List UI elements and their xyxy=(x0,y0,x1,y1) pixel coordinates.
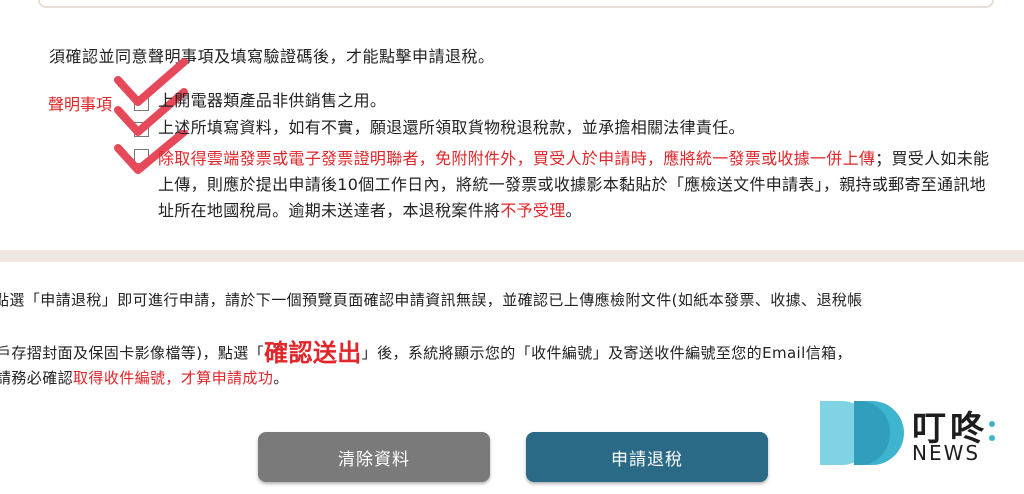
notice-line-3: 請務必確認取得收件編號，才算申請成功。 xyxy=(0,367,289,388)
notice-line-3-red: 取得收件編號，才算申請成功 xyxy=(73,369,274,387)
declaration-panel: 須確認並同意聲明事項及填寫驗證碼後，才能點擊申請退稅。 聲明事項 上開電器類產品… xyxy=(0,0,1024,250)
clear-data-button[interactable]: 清除資料 xyxy=(258,432,490,482)
declaration-3-end: 。 xyxy=(565,201,582,220)
declaration-text-1: 上開電器類產品非供銷售之用。 xyxy=(158,91,387,110)
notice-line-2-end: 」後，系統將顯示您的「收件編號」及寄送收件編號至您的Email信箱， xyxy=(361,344,852,362)
logo-dots-icon xyxy=(989,421,995,441)
dingdong-news-logo: 叮咚 NEWS xyxy=(804,389,1008,477)
notice-line-2-start: 戶存摺封面及保固卡影像檔等)，點選「 xyxy=(0,344,265,362)
logo-english-text: NEWS xyxy=(912,441,981,465)
form-box-bottom-edge xyxy=(38,0,994,8)
notice-line-3-end: 。 xyxy=(273,369,289,387)
declaration-label: 聲明事項 xyxy=(48,95,113,114)
declaration-text-2: 上述所填寫資料，如有不實，願退還所領取貨物稅退稅款，並承擔相關法律責任。 xyxy=(158,118,745,137)
declaration-text-3: 除取得雲端發票或電子發票證明聯者，免附附件外，買受人於申請時，應將統一發票或收據… xyxy=(158,146,998,224)
declaration-3-not-accepted: 不予受理 xyxy=(500,201,566,220)
dd-logo-icon xyxy=(820,401,904,465)
confirm-submit-highlight: 確認送出 xyxy=(264,339,362,367)
notice-line-1: 點選「申請退稅」即可進行申請，請於下一個預覽頁面確認申請資訊無誤，並確認已上傳應… xyxy=(0,291,863,309)
notice-line-2: 戶存摺封面及保固卡影像檔等)，點選「確認送出」後，系統將顯示您的「收件編號」及寄… xyxy=(0,330,852,367)
apply-refund-button[interactable]: 申請退稅 xyxy=(526,432,768,482)
declaration-3-red-text: 除取得雲端發票或電子發票證明聯者，免附附件外，買受人於申請時，應將統一發票或收據… xyxy=(158,149,876,168)
notice-line-3-start: 請務必確認 xyxy=(0,369,74,387)
